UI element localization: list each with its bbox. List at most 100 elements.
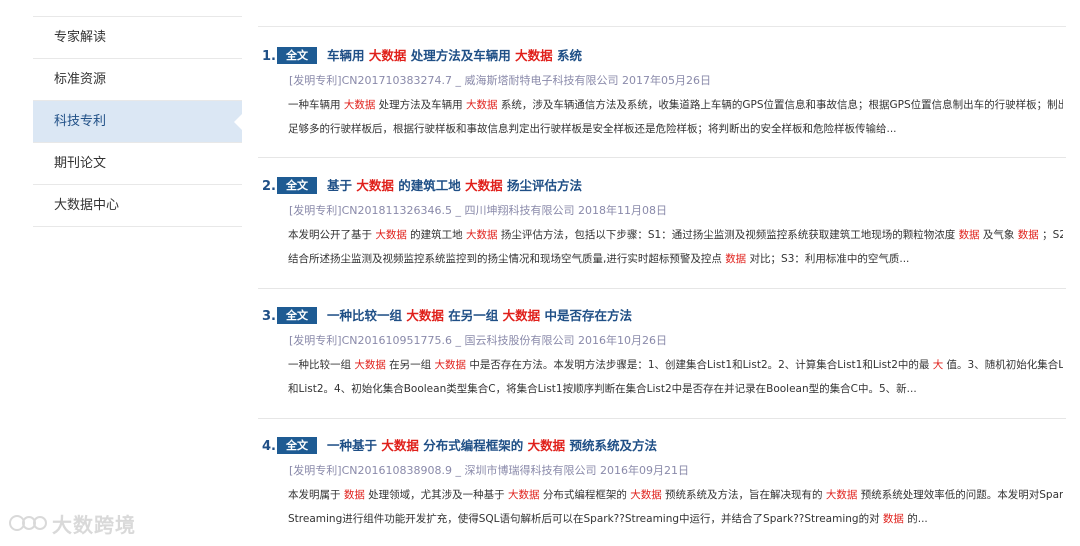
result-title-row: 1. 全文 车辆用 大数据 处理方法及车辆用 大数据 系统 (262, 46, 582, 66)
watermark-text: 大数跨境 (52, 512, 136, 537)
keyword-highlight: 大数据 (508, 489, 540, 501)
text-segment: 分布式编程框架的 (418, 438, 528, 453)
fulltext-button[interactable]: 全文 (276, 47, 317, 64)
text-segment: 扬尘评估方法 (502, 178, 582, 193)
keyword-highlight: 大数据 (381, 438, 419, 453)
sidebar-item-tech-patents[interactable]: 科技专利 (33, 101, 243, 143)
text-segment: 和List2。4、初始化集合Boolean类型集合C，将集合List1按顺序判断… (288, 383, 917, 395)
watermark: 大数跨境 (8, 510, 136, 537)
text-segment: 扬尘评估方法，包括以下步骤：S1：通过扬尘监测及视频监控系统获取建筑工地现场的颗… (497, 229, 959, 241)
text-segment: 车辆用 (326, 48, 369, 63)
keyword-highlight: 大数据 (356, 178, 394, 193)
keyword-highlight: 大数据 (466, 99, 498, 111)
text-segment: 的建筑工地 (393, 178, 466, 193)
text-segment: 预统系统处理效率低的问题。本发明对Spark?? (857, 489, 1063, 501)
keyword-highlight: 大数据 (630, 489, 662, 501)
text-segment: 预统系统及方法，旨在解决现有的 (661, 489, 826, 501)
result-title-row: 3. 全文 一种比较一组 大数据 在另一组 大数据 中是否存在方法 (262, 306, 632, 326)
fulltext-button[interactable]: 全文 (276, 437, 317, 454)
keyword-highlight: 大 (932, 359, 944, 371)
keyword-highlight: 数据 (882, 513, 904, 525)
result-item: 4. 全文 一种基于 大数据 分布式编程框架的 大数据 预统系统及方法 [发明专利]… (258, 419, 1066, 545)
result-title-link[interactable]: 基于 大数据 的建筑工地 大数据 扬尘评估方法 (327, 178, 582, 193)
result-meta[interactable]: [发明专利]CN201710383274.7 _ 威海斯塔耐特电子科技有限公司 … (289, 73, 711, 89)
result-item: 3. 全文 一种比较一组 大数据 在另一组 大数据 中是否存在方法 [发明专利]CN… (258, 289, 1066, 419)
text-segment: 及气象 (979, 229, 1018, 241)
text-segment: 处理领域，尤其涉及一种基于 (364, 489, 509, 501)
result-item: 2. 全文 基于 大数据 的建筑工地 大数据 扬尘评估方法 [发明专利]CN2018… (258, 158, 1066, 289)
result-title-row: 4. 全文 一种基于 大数据 分布式编程框架的 大数据 预统系统及方法 (262, 436, 657, 456)
keyword-highlight: 数据 (1017, 229, 1039, 241)
text-segment: 预统系统及方法 (565, 438, 657, 453)
fulltext-button[interactable]: 全文 (276, 307, 317, 324)
result-title-link[interactable]: 车辆用 大数据 处理方法及车辆用 大数据 系统 (327, 48, 582, 63)
result-list: 1. 全文 车辆用 大数据 处理方法及车辆用 大数据 系统 [发明专利]CN2017… (258, 26, 1066, 545)
keyword-highlight: 大数据 (465, 178, 503, 193)
text-segment: Streaming进行组件功能开发扩充，使得SQL语句解析后可以在Spark??… (288, 513, 883, 525)
text-segment: ；S2： (1042, 229, 1063, 241)
text-segment: 在另一组 (443, 308, 503, 323)
result-snippet: 一种车辆用 大数据 处理方法及车辆用 大数据 系统，涉及车辆通信方法及系统，收集… (288, 93, 1063, 141)
text-segment: 结合所述扬尘监测及视频监控系统监控到的扬尘情况和现场空气质量,进行实时超标预警及… (288, 253, 726, 265)
sidebar-item-big-data-center[interactable]: 大数据中心 (33, 185, 242, 227)
text-segment: 处理方法及车辆用 (375, 99, 467, 111)
text-segment: 处理方法及车辆用 (406, 48, 516, 63)
result-meta[interactable]: [发明专利]CN201610951775.6 _ 国云科技股份有限公司 2016… (289, 333, 667, 349)
fulltext-button[interactable]: 全文 (276, 177, 317, 194)
keyword-highlight: 数据 (343, 489, 365, 501)
result-title-row: 2. 全文 基于 大数据 的建筑工地 大数据 扬尘评估方法 (262, 176, 582, 196)
text-segment: 中是否存在方法 (540, 308, 632, 323)
keyword-highlight: 大数据 (434, 359, 467, 371)
text-segment: 值。3、随机初始化集合List1 (946, 359, 1063, 371)
keyword-highlight: 大数据 (354, 359, 386, 371)
keyword-highlight: 大数据 (825, 489, 858, 501)
sidebar-nav: 专家解读 标准资源 科技专利 期刊论文 大数据中心 (33, 16, 243, 227)
result-title-link[interactable]: 一种基于 大数据 分布式编程框架的 大数据 预统系统及方法 (327, 438, 657, 453)
text-segment: 一种比较一组 (288, 359, 355, 371)
result-title-link[interactable]: 一种比较一组 大数据 在另一组 大数据 中是否存在方法 (327, 308, 632, 323)
result-snippet: 一种比较一组 大数据 在另一组 大数据 中是否存在方法。本发明方法步骤是：1、创… (288, 353, 1063, 401)
text-segment: 系统 (552, 48, 582, 63)
text-segment: 足够多的行驶样板后，根据行驶样板和事故信息判定出行驶样板是安全样板还是危险样板；… (288, 123, 897, 135)
text-segment: 中是否存在方法。本发明方法步骤是：1、创建集合List1和List2。2、计算集… (466, 359, 933, 371)
snippet-line: 结合所述扬尘监测及视频监控系统监控到的扬尘情况和现场空气质量,进行实时超标预警及… (288, 247, 1063, 271)
snippet-line: 一种车辆用 大数据 处理方法及车辆用 大数据 系统，涉及车辆通信方法及系统，收集… (288, 93, 1063, 117)
result-meta[interactable]: [发明专利]CN201610838908.9 _ 深圳市博瑞得科技有限公司 20… (289, 463, 689, 479)
text-segment: 在另一组 (385, 359, 435, 371)
watermark-logo-icon (8, 511, 50, 535)
snippet-line: 和List2。4、初始化集合Boolean类型集合C，将集合List1按顺序判断… (288, 377, 1063, 401)
keyword-highlight: 数据 (725, 253, 747, 265)
keyword-highlight: 大数据 (527, 438, 566, 453)
text-segment: 的... (903, 513, 928, 525)
text-segment: 一种基于 (326, 438, 382, 453)
keyword-highlight: 大数据 (368, 48, 407, 63)
result-number: 4. (262, 439, 276, 454)
snippet-line: Streaming进行组件功能开发扩充，使得SQL语句解析后可以在Spark??… (288, 507, 1063, 531)
snippet-line: 本发明公开了基于 大数据 的建筑工地 大数据 扬尘评估方法，包括以下步骤：S1：… (288, 223, 1063, 247)
text-segment: 基于 (326, 178, 357, 193)
snippet-line: 足够多的行驶样板后，根据行驶样板和事故信息判定出行驶样板是安全样板还是危险样板；… (288, 117, 1063, 141)
snippet-line: 一种比较一组 大数据 在另一组 大数据 中是否存在方法。本发明方法步骤是：1、创… (288, 353, 1063, 377)
result-number: 1. (262, 49, 276, 64)
keyword-highlight: 大数据 (466, 229, 498, 241)
result-meta[interactable]: [发明专利]CN201811326346.5 _ 四川坤翔科技有限公司 2018… (289, 203, 667, 219)
keyword-highlight: 大数据 (375, 229, 407, 241)
text-segment: 分布式编程框架的 (539, 489, 631, 501)
keyword-highlight: 大数据 (406, 308, 444, 323)
keyword-highlight: 数据 (958, 229, 980, 241)
result-item: 1. 全文 车辆用 大数据 处理方法及车辆用 大数据 系统 [发明专利]CN2017… (258, 27, 1066, 158)
result-snippet: 本发明公开了基于 大数据 的建筑工地 大数据 扬尘评估方法，包括以下步骤：S1：… (288, 223, 1063, 271)
text-segment: 本发明属于 (288, 489, 344, 501)
keyword-highlight: 大数据 (343, 99, 376, 111)
sidebar-item-standard-resources[interactable]: 标准资源 (33, 59, 242, 101)
sidebar-item-journal-papers[interactable]: 期刊论文 (33, 143, 242, 185)
result-number: 2. (262, 179, 276, 194)
keyword-highlight: 大数据 (502, 308, 541, 323)
text-segment: 系统，涉及车辆通信方法及系统，收集道路上车辆的GPS位置信息和事故信息；根据GP… (497, 99, 1063, 111)
text-segment: 的建筑工地 (406, 229, 467, 241)
sidebar-item-expert-reading[interactable]: 专家解读 (33, 17, 242, 59)
snippet-line: 本发明属于 数据 处理领域，尤其涉及一种基于 大数据 分布式编程框架的 大数据 … (288, 483, 1063, 507)
result-snippet: 本发明属于 数据 处理领域，尤其涉及一种基于 大数据 分布式编程框架的 大数据 … (288, 483, 1063, 531)
text-segment: 本发明公开了基于 (288, 229, 376, 241)
result-number: 3. (262, 309, 276, 324)
